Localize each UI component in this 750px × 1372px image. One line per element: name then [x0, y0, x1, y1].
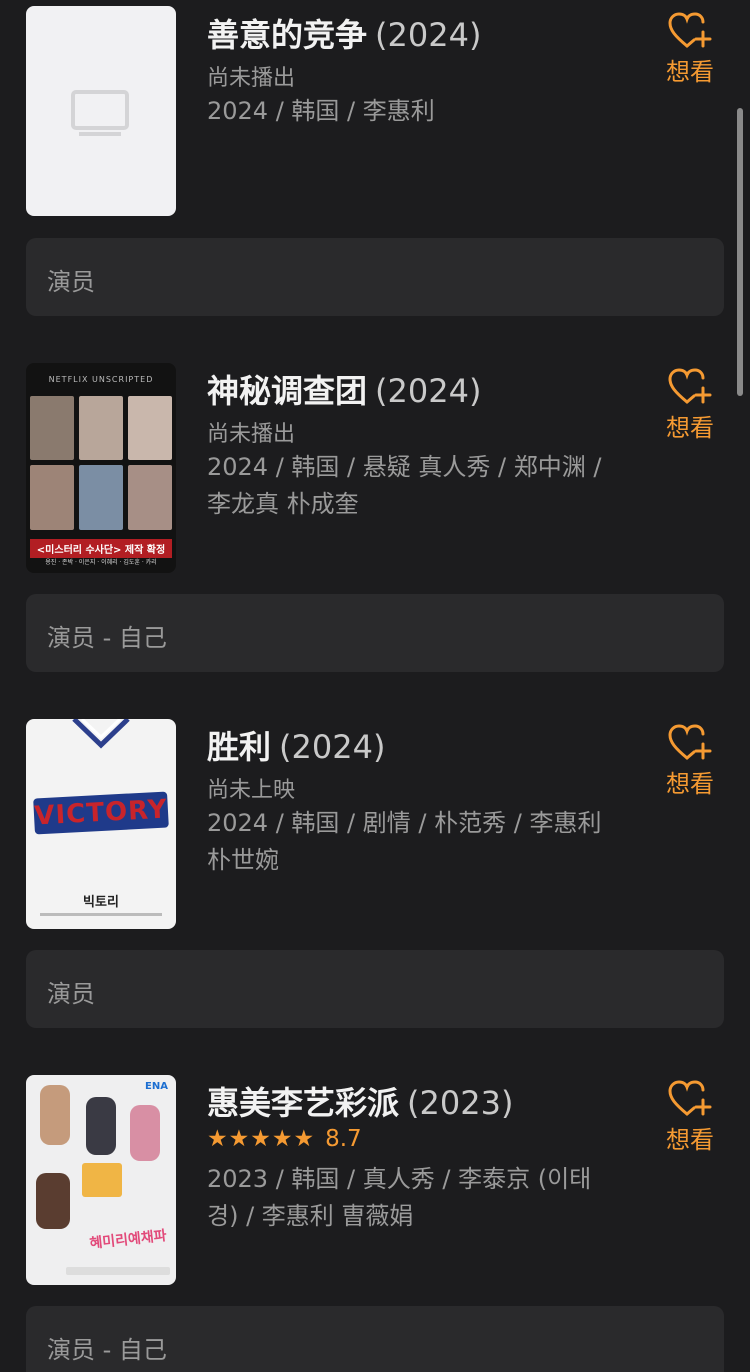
role-box: 演员 - 自己: [26, 594, 724, 672]
title-year: (2023): [407, 1084, 514, 1122]
poster-credit-line: [40, 913, 162, 916]
rating: ★★★★★ 8.7: [207, 1126, 362, 1152]
poster-logo: ENA: [145, 1081, 168, 1092]
poster-image[interactable]: VICTORY 빅토리: [26, 719, 176, 929]
release-status: 尚未播出: [207, 422, 296, 447]
heart-plus-icon: [668, 724, 712, 760]
title-text: 神秘调查团: [207, 372, 368, 410]
poster-image[interactable]: [26, 6, 176, 216]
heart-plus-icon: [668, 1080, 712, 1116]
title-year: (2024): [375, 16, 482, 54]
poster-korean-title: 혜미리예채파: [88, 1227, 168, 1252]
poster-footer-bar: [66, 1267, 170, 1275]
role-box: 演员 - 自己: [26, 1306, 724, 1372]
poster-image[interactable]: ENA 혜미리예채파: [26, 1075, 176, 1285]
poster-figure: [130, 1105, 160, 1161]
want-label: 想看: [666, 1126, 714, 1154]
release-status: 尚未播出: [207, 66, 296, 91]
poster-victory-word: VICTORY: [33, 791, 169, 835]
poster-header: NETFLIX UNSCRIPTED: [48, 375, 154, 384]
want-label: 想看: [666, 414, 714, 442]
title-text: 惠美李艺彩派: [207, 1084, 400, 1122]
movie-meta: 2024 / 韩国 / 李惠利: [207, 97, 435, 125]
poster-photo-grid: [30, 396, 172, 530]
star-rating-icon: ★★★★★: [207, 1126, 316, 1152]
poster-caption: <미스터리 수사단> 제작 확정: [30, 539, 172, 558]
want-label: 想看: [666, 58, 714, 86]
poster-figure: [36, 1173, 70, 1229]
tv-placeholder-icon: [71, 90, 129, 136]
title-text: 胜利: [207, 728, 272, 766]
scrollbar[interactable]: [737, 108, 743, 396]
title-year: (2024): [279, 728, 386, 766]
want-to-watch-button[interactable]: 想看: [650, 1080, 730, 1155]
poster-house: [82, 1163, 122, 1197]
want-to-watch-button[interactable]: 想看: [650, 724, 730, 799]
poster-jersey-collar: [72, 719, 130, 749]
heart-plus-icon: [668, 368, 712, 404]
poster-figure: [86, 1097, 116, 1155]
movie-title[interactable]: 神秘调查团 (2024): [207, 366, 481, 412]
movie-title[interactable]: 胜利 (2024): [207, 722, 385, 768]
movie-meta: 2024 / 韩国 / 悬疑 真人秀 / 郑中渊 / 李龙真 朴成奎: [207, 453, 602, 518]
want-to-watch-button[interactable]: 想看: [650, 12, 730, 87]
role-box: 演员: [26, 950, 724, 1028]
poster-korean-title: 빅토리: [83, 895, 119, 910]
poster-names: 용진 · 존박 · 이은지 · 이혜리 · 김도훈 · 카리: [45, 559, 157, 566]
role-box: 演员: [26, 238, 724, 316]
movie-title[interactable]: 惠美李艺彩派 (2023): [207, 1078, 513, 1124]
title-text: 善意的竞争: [207, 16, 368, 54]
heart-plus-icon: [668, 12, 712, 48]
poster-image[interactable]: NETFLIX UNSCRIPTED <미스터리 수사단> 제작 확정 용진 ·…: [26, 363, 176, 573]
movie-meta: 2023 / 韩国 / 真人秀 / 李泰京 (이태경) / 李惠利 曺薇娟: [207, 1165, 592, 1230]
rating-score: 8.7: [325, 1126, 362, 1152]
movie-title[interactable]: 善意的竞争 (2024): [207, 10, 481, 56]
movie-meta: 2024 / 韩国 / 剧情 / 朴范秀 / 李惠利 朴世婉: [207, 809, 602, 874]
title-year: (2024): [375, 372, 482, 410]
release-status: 尚未上映: [207, 778, 296, 803]
poster-figure: [40, 1085, 70, 1145]
want-label: 想看: [666, 770, 714, 798]
want-to-watch-button[interactable]: 想看: [650, 368, 730, 443]
